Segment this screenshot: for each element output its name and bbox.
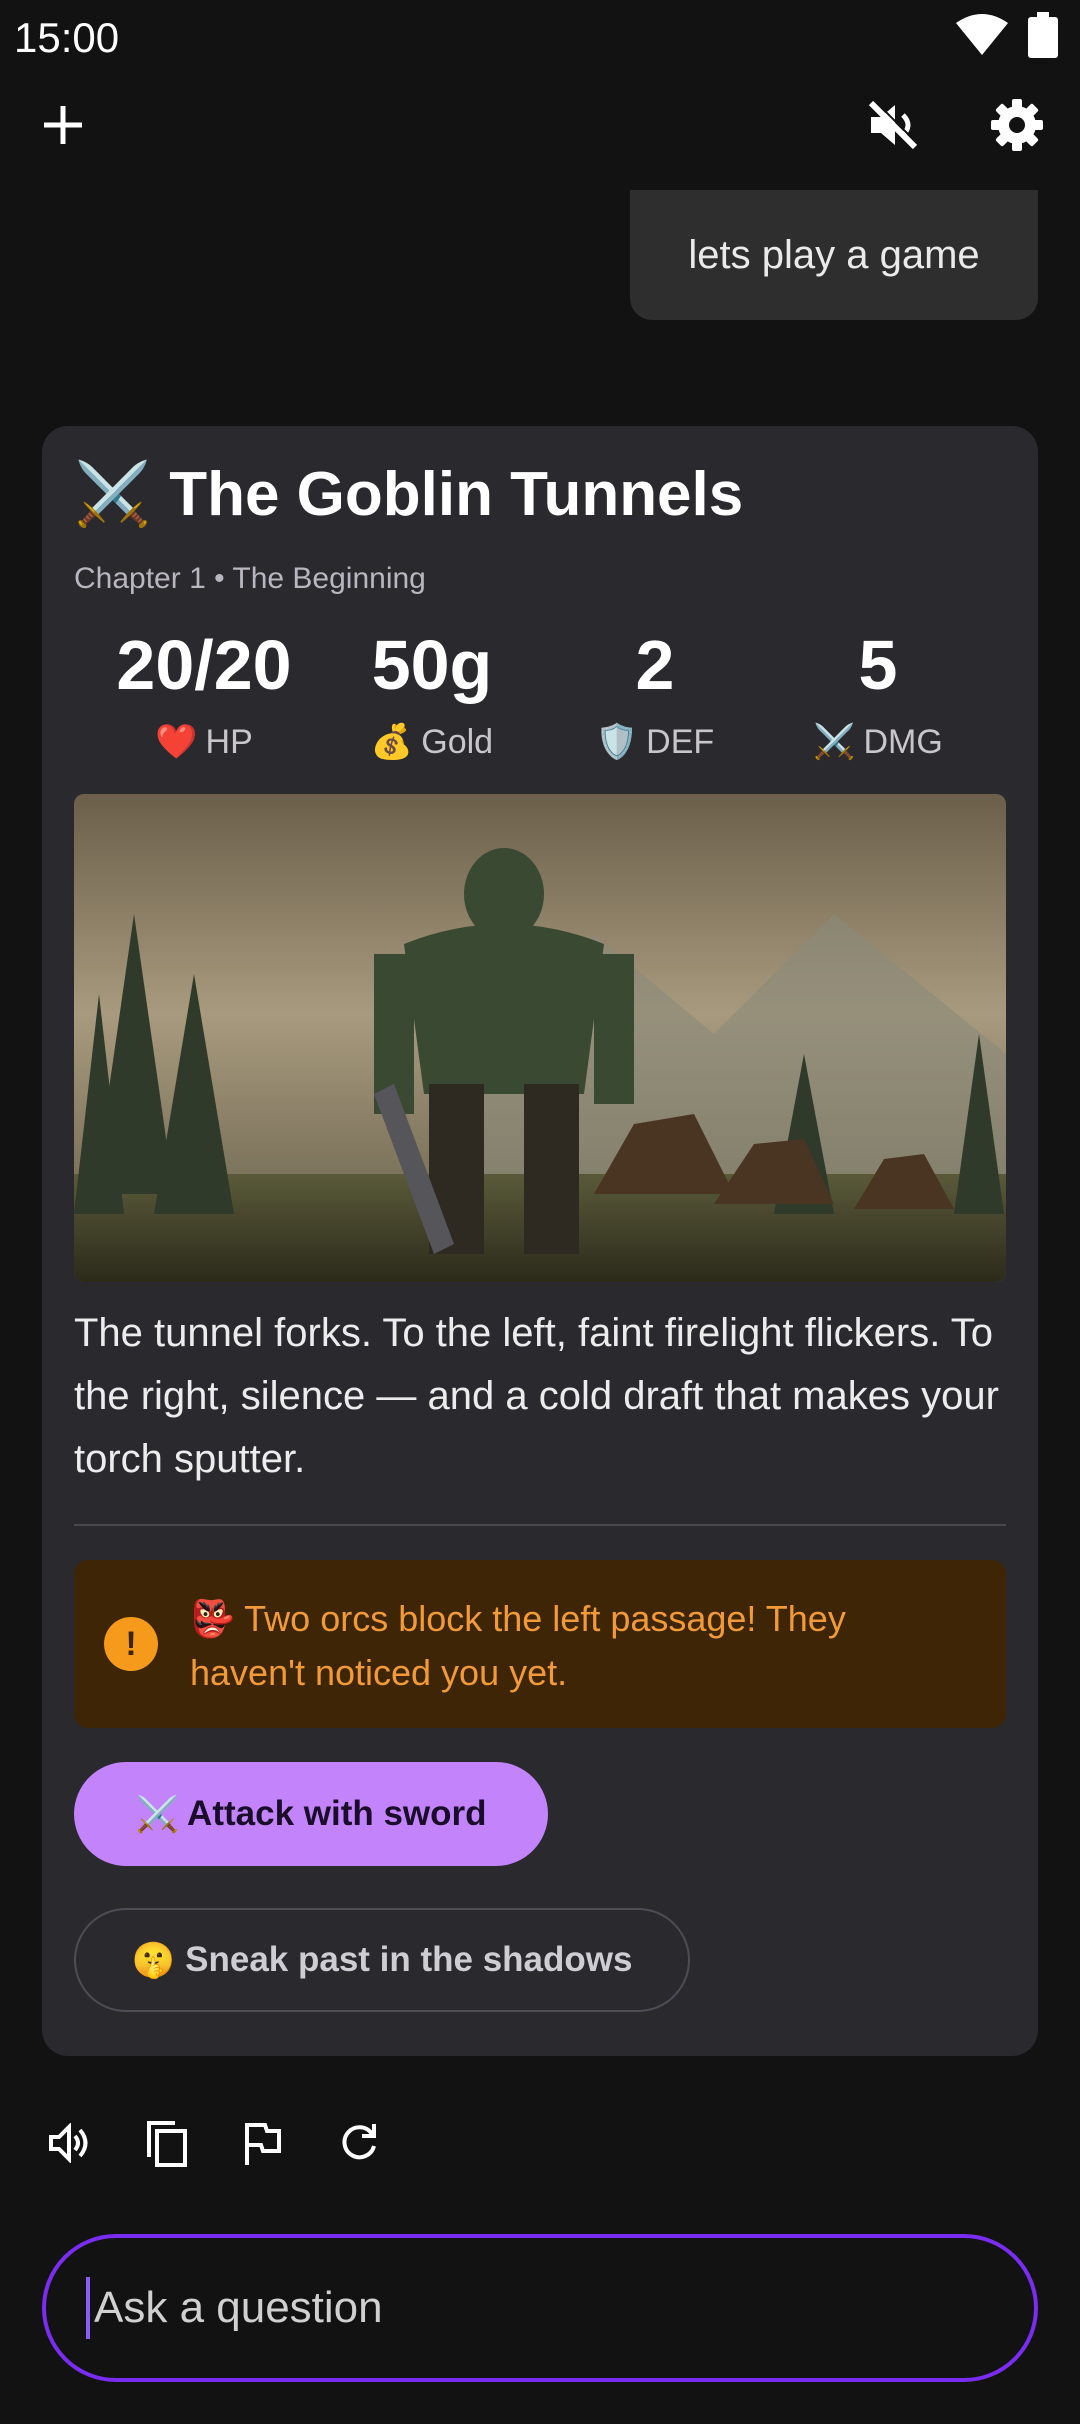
status-time: 15:00 bbox=[14, 14, 120, 61]
regenerate-button[interactable] bbox=[332, 2116, 386, 2170]
new-chat-button[interactable] bbox=[18, 80, 108, 170]
gear-icon bbox=[991, 99, 1043, 151]
flag-icon bbox=[245, 2123, 281, 2165]
swords-icon: ⚔️ bbox=[813, 723, 856, 761]
stat-value: 50g bbox=[371, 626, 493, 704]
stat-gold: 50g 💰 Gold bbox=[322, 630, 542, 762]
choice-label: Sneak past in the shadows bbox=[185, 1940, 633, 1979]
refresh-icon bbox=[342, 2124, 376, 2160]
warning-icon: ! bbox=[104, 1617, 158, 1671]
read-aloud-button[interactable] bbox=[44, 2116, 98, 2170]
stat-value: 20/20 bbox=[116, 626, 292, 704]
chapter-subtitle: Chapter 1 • The Beginning bbox=[74, 562, 426, 595]
speaker-icon bbox=[49, 2123, 88, 2163]
question-input[interactable] bbox=[92, 2282, 976, 2334]
sneak-button[interactable]: 🤫 Sneak past in the shadows bbox=[74, 1908, 690, 2012]
stat-dmg: 5 ⚔️ DMG bbox=[768, 630, 988, 762]
choice-label: Attack with sword bbox=[187, 1794, 487, 1833]
swords-icon: ⚔️ bbox=[135, 1794, 180, 1834]
stat-label: DEF bbox=[646, 722, 715, 761]
user-message-bubble: lets play a game bbox=[630, 190, 1038, 320]
stat-value: 5 bbox=[858, 626, 898, 704]
heart-icon: ❤️ bbox=[155, 723, 198, 761]
card-title: The Goblin Tunnels bbox=[169, 460, 744, 529]
divider bbox=[74, 1524, 1006, 1526]
stat-value: 2 bbox=[635, 626, 675, 704]
attack-button[interactable]: ⚔️ Attack with sword bbox=[74, 1762, 548, 1866]
story-narrative: The tunnel forks. To the left, faint fir… bbox=[74, 1311, 999, 1481]
plus-icon bbox=[44, 106, 82, 144]
money-bag-icon: 💰 bbox=[370, 723, 414, 761]
message-actions bbox=[44, 2116, 386, 2170]
crossed-swords-icon: ⚔️ bbox=[74, 460, 152, 529]
report-button[interactable] bbox=[236, 2116, 290, 2170]
question-input-box[interactable] bbox=[42, 2234, 1038, 2382]
stat-label: Gold bbox=[421, 722, 494, 761]
shushing-face-icon: 🤫 bbox=[131, 1940, 176, 1980]
copy-icon bbox=[147, 2121, 187, 2167]
volume-off-icon bbox=[868, 99, 919, 150]
alert-text: 👺 Two orcs block the left passage! They … bbox=[190, 1598, 846, 1693]
stat-label: DMG bbox=[863, 722, 943, 761]
mute-button[interactable] bbox=[848, 80, 938, 170]
copy-button[interactable] bbox=[140, 2116, 194, 2170]
stat-hp: 20/20 ❤️ HP bbox=[94, 630, 314, 762]
scene-illustration bbox=[74, 794, 1006, 1282]
shield-icon: 🛡️ bbox=[595, 723, 639, 761]
wifi-icon bbox=[956, 14, 1008, 55]
card-title-row: ⚔️ The Goblin Tunnels bbox=[74, 458, 743, 531]
text-cursor bbox=[86, 2277, 90, 2339]
stat-def: 2 🛡️ DEF bbox=[545, 630, 765, 762]
status-icons bbox=[954, 12, 1058, 58]
settings-button[interactable] bbox=[972, 80, 1062, 170]
stat-label: HP bbox=[205, 722, 253, 761]
battery-icon bbox=[1028, 12, 1058, 58]
